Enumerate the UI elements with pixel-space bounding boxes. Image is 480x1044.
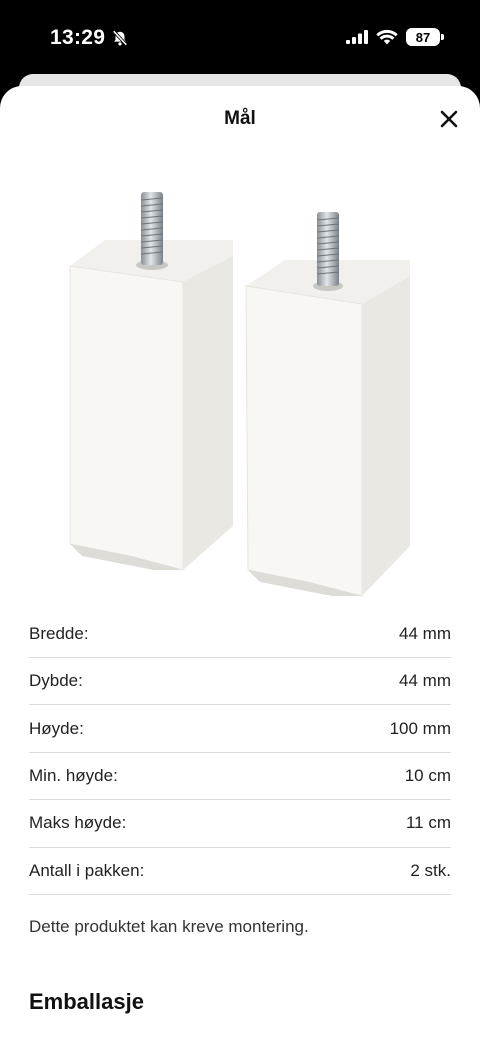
product-image <box>69 192 410 597</box>
sheet-title: Mål <box>224 108 256 129</box>
bell-off-icon <box>112 30 128 46</box>
dimension-label: Høyde: <box>29 718 84 738</box>
dimension-value: 100 mm <box>389 718 451 738</box>
cellular-signal-icon <box>346 30 368 44</box>
dimension-row-depth: Dybde: 44 mm <box>29 658 451 706</box>
dimension-label: Maks høyde: <box>29 813 127 833</box>
status-time-group: 13:29 <box>50 26 129 50</box>
dimension-value: 44 mm <box>399 671 451 691</box>
dimension-row-height: Høyde: 100 mm <box>29 705 451 753</box>
assembly-note: Dette produktet kan kreve montering. <box>29 917 309 936</box>
dimension-value: 11 cm <box>405 813 451 833</box>
dimension-value: 44 mm <box>399 624 451 643</box>
dimension-value: 2 stk. <box>410 860 451 880</box>
dimension-row-max-height: Maks høyde: 11 cm <box>29 800 451 848</box>
status-icons: 87 <box>346 28 444 46</box>
status-bar: 13:29 87 <box>0 0 480 78</box>
wifi-icon <box>376 29 398 45</box>
dimension-value: 10 cm <box>404 765 451 785</box>
dimension-row-width: Bredde: 44 mm <box>29 611 451 658</box>
battery-cap <box>441 34 444 40</box>
status-time: 13:29 <box>50 26 106 49</box>
dimension-row-package-quantity: Antall i pakken: 2 stk. <box>29 848 451 895</box>
dimension-label: Bredde: <box>29 624 89 643</box>
battery-indicator: 87 <box>406 28 444 46</box>
battery-percentage: 87 <box>415 29 431 45</box>
furniture-leg-right <box>245 212 410 597</box>
dimension-label: Dybde: <box>29 671 83 691</box>
packaging-section-title[interactable]: Emballasje <box>29 989 144 1015</box>
dimensions-list: Bredde: 44 mm Dybde: 44 mm Høyde: 100 mm… <box>29 611 451 895</box>
furniture-leg-left <box>69 192 233 571</box>
dimensions-sheet: Mål Bredde: 44 mm Dybde: 44 mm Høyde: 10… <box>0 86 480 1044</box>
close-icon <box>440 110 458 128</box>
close-button[interactable] <box>436 106 462 132</box>
dimension-label: Antall i pakken: <box>29 860 145 880</box>
dimension-label: Min. høyde: <box>29 765 118 785</box>
dimension-row-min-height: Min. høyde: 10 cm <box>29 753 451 801</box>
